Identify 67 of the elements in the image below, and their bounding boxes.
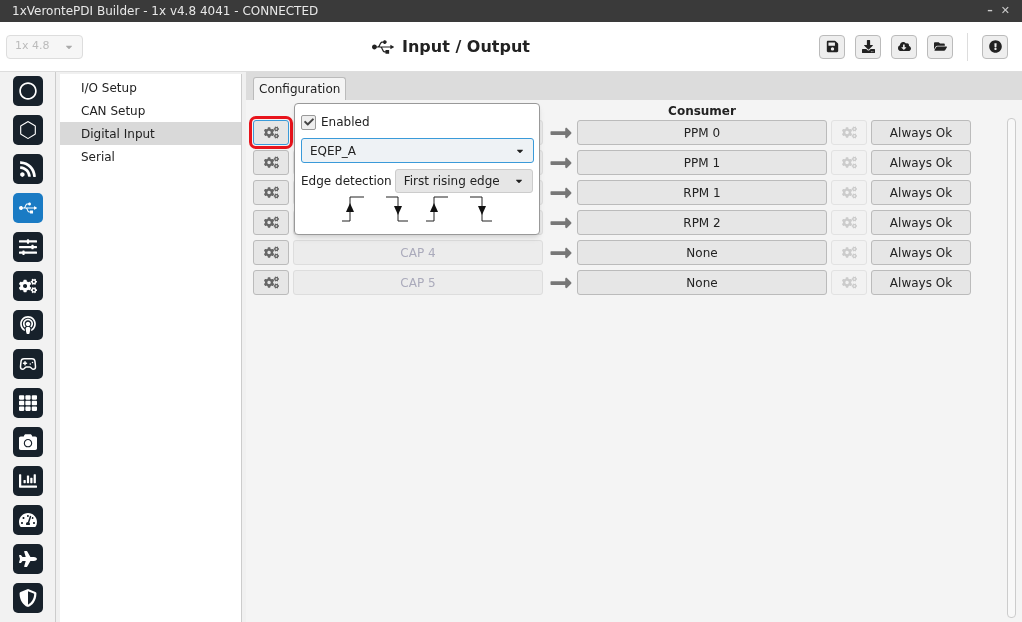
status-button[interactable]: Always Ok (871, 120, 971, 145)
save-button[interactable] (819, 34, 845, 59)
gamepad-icon[interactable] (12, 349, 43, 379)
minimize-button[interactable]: – (987, 2, 993, 20)
gears-icon (263, 155, 279, 170)
broadcast-icon[interactable] (12, 310, 43, 340)
nav-item[interactable]: I/O Setup (60, 76, 241, 99)
settings-button[interactable] (253, 210, 289, 235)
bar-chart-icon[interactable] (12, 466, 43, 496)
consumer-button[interactable]: PPM 1 (577, 150, 827, 175)
window-title: 1xVerontePDI Builder - 1x v4.8 4041 - CONNECTED (12, 3, 319, 20)
settings-button[interactable] (253, 150, 289, 175)
close-button[interactable]: ✕ (1000, 2, 1010, 20)
status-button[interactable]: Always Ok (871, 270, 971, 295)
settings-button[interactable] (253, 180, 289, 205)
usb-icon[interactable] (12, 193, 43, 223)
checkbox-label: Enabled (321, 114, 370, 131)
edge-label: Edge detection (301, 173, 392, 190)
cloud-download-icon (897, 40, 911, 53)
status-button[interactable]: Always Ok (871, 240, 971, 265)
source-select[interactable]: EQEP_A (301, 138, 534, 163)
page-title: Input / Output (402, 35, 530, 58)
download-button[interactable] (855, 34, 881, 59)
grid-icon[interactable] (12, 388, 43, 418)
settings-button[interactable] (253, 270, 289, 295)
ring-icon[interactable] (12, 76, 43, 106)
gears-icon (263, 185, 279, 200)
download-icon (861, 40, 875, 53)
settings-button[interactable] (253, 240, 289, 265)
gears-icon (263, 215, 279, 230)
camera-icon[interactable] (12, 427, 43, 457)
consumer-button[interactable]: RPM 1 (577, 180, 827, 205)
edge-select[interactable]: First rising edge (394, 169, 533, 193)
gears-icon (841, 245, 857, 260)
consumer-button[interactable]: RPM 2 (577, 210, 827, 235)
shield-icon[interactable] (12, 583, 43, 613)
folder-icon (933, 40, 947, 53)
scrollbar[interactable] (1007, 118, 1016, 618)
cloud-download-button[interactable] (891, 34, 917, 59)
column-header: Consumer (667, 103, 737, 120)
consumer-button[interactable]: None (577, 240, 827, 265)
gears-icon (841, 275, 857, 290)
nav-item[interactable]: Serial (60, 145, 241, 168)
rss-icon[interactable] (12, 154, 43, 184)
tab[interactable]: Configuration (253, 77, 347, 100)
gears-icon (841, 185, 857, 200)
nav-item[interactable]: Digital Input (60, 122, 241, 145)
gears-icon (841, 215, 857, 230)
gears-icon (263, 275, 279, 290)
gears-icon (263, 245, 279, 260)
consumer-button[interactable]: PPM 0 (577, 120, 827, 145)
nav-item[interactable]: CAN Setup (60, 99, 241, 122)
exclamation-icon (988, 40, 1002, 53)
enabled-checkbox[interactable] (301, 114, 316, 130)
gauge-icon[interactable] (12, 505, 43, 535)
warning-button[interactable] (982, 34, 1008, 59)
gears-icon[interactable] (12, 271, 43, 301)
plane-icon[interactable] (12, 544, 43, 574)
status-button[interactable]: Always Ok (871, 180, 971, 205)
sliders-icon[interactable] (12, 232, 43, 262)
status-button[interactable]: Always Ok (871, 150, 971, 175)
status-button[interactable]: Always Ok (871, 210, 971, 235)
gears-icon (263, 125, 279, 140)
consumer-button[interactable]: None (577, 270, 827, 295)
open-folder-button[interactable] (927, 34, 953, 59)
gears-icon (841, 125, 857, 140)
gears-icon (841, 155, 857, 170)
